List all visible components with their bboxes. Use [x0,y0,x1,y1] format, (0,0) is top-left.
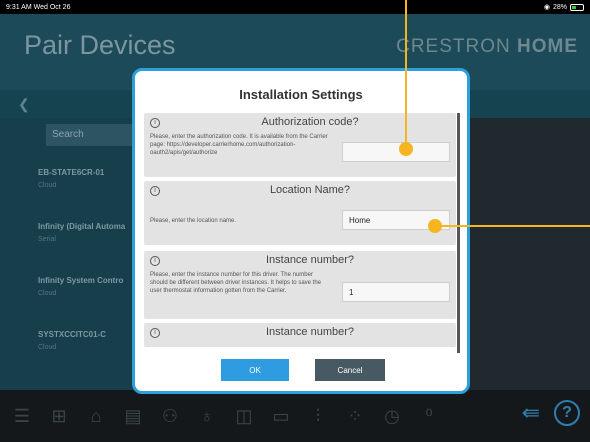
device-item[interactable]: EB-STATE6CR-01 Cloud [38,168,104,189]
annotation-dot-authorization [399,142,413,156]
add-device-icon[interactable]: ⊞ [45,402,73,430]
back-chevron-icon[interactable]: ❮ [18,96,30,113]
search-input[interactable]: Search [46,124,132,146]
ok-button[interactable]: OK [221,359,289,381]
status-right: ◉ 28% [544,3,584,11]
annotation-line-vertical [405,0,407,148]
status-bar: 9:31 AM Wed Oct 26 ◉ 28% [0,0,590,14]
cancel-button[interactable]: Cancel [315,359,385,381]
bottom-toolbar: ☰ ⊞ ⌂ ▤ ⚇ ♁ ◫ ▭ ⫶ ⁘ ◷ ⁰ [0,390,590,442]
device-name: SYSTXCCITC01-C [38,330,107,339]
menu-icon[interactable]: ☰ [8,402,36,430]
annotation-line-horizontal [435,225,590,227]
annotation-dot-location [428,219,442,233]
temperature-icon[interactable]: ⁰ [415,402,443,430]
device-name: Infinity System Contro [38,276,124,285]
light-bulb-icon[interactable]: ♁ [193,402,221,430]
info-icon: i [150,118,160,128]
section-title: Authorization code? [261,116,359,128]
section-title: Location Name? [269,184,351,196]
brand-bold: HOME [517,36,578,57]
instance-number-input[interactable]: 1 [342,282,450,302]
door-icon[interactable]: ◫ [230,402,258,430]
shade-icon[interactable]: ▤ [119,402,147,430]
authorization-code-input[interactable] [342,142,450,162]
thermostat-icon[interactable]: ⫶ [304,402,332,430]
device-name: EB-STATE6CR-01 [38,168,105,177]
section-description: Please, enter the instance number for th… [150,272,321,294]
section-description: Please, enter the location name. [150,218,237,224]
network-icon[interactable]: ⚇ [156,402,184,430]
device-type: Cloud [38,344,57,351]
status-time: 9:31 AM Wed Oct 26 [6,3,71,11]
brand-light: CRESTRON [396,36,511,57]
settings-section-instance: i Instance number? Please, enter the ins… [144,251,456,319]
section-description: Please, enter the authorization code. It… [150,134,328,156]
device-item[interactable]: Infinity (Digital Automa Serial [38,222,125,243]
device-item[interactable]: SYSTXCCITC01-C Cloud [38,330,106,351]
dialog-title: Installation Settings [239,87,363,102]
battery-percent: 28% [552,3,567,11]
media-icon[interactable]: ▭ [267,402,295,430]
info-icon: i [150,186,160,196]
help-button[interactable]: ? [554,400,580,426]
info-icon: i [150,328,160,338]
clock-icon[interactable]: ◷ [378,402,406,430]
page-title: Pair Devices [24,30,176,60]
device-type: Cloud [38,182,57,189]
wifi-device-icon[interactable]: ⌂ [82,402,110,430]
device-type: Cloud [38,290,57,297]
bottom-right-actions: ⇚ ? [522,400,580,426]
info-icon: i [150,256,160,266]
device-name: Infinity (Digital Automa [38,222,126,231]
keypad-icon[interactable]: ⁘ [341,402,369,430]
brand-logo: CRESTRON HOME [396,36,578,58]
device-type: Serial [38,236,56,243]
settings-section-instance-2: i Instance number? [144,323,456,347]
back-arrow-icon[interactable]: ⇚ [522,400,540,426]
installation-settings-dialog: Installation Settings i Authorization co… [132,68,470,394]
device-item[interactable]: Infinity System Contro Cloud [38,276,123,297]
section-title: Instance number? [265,326,355,338]
section-title: Instance number? [265,254,355,266]
wifi-icon: ◉ [543,4,550,11]
settings-section-location: i Location Name? Please, enter the locat… [144,181,456,245]
battery-icon [570,3,584,11]
dialog-scrollbar[interactable] [457,113,460,353]
